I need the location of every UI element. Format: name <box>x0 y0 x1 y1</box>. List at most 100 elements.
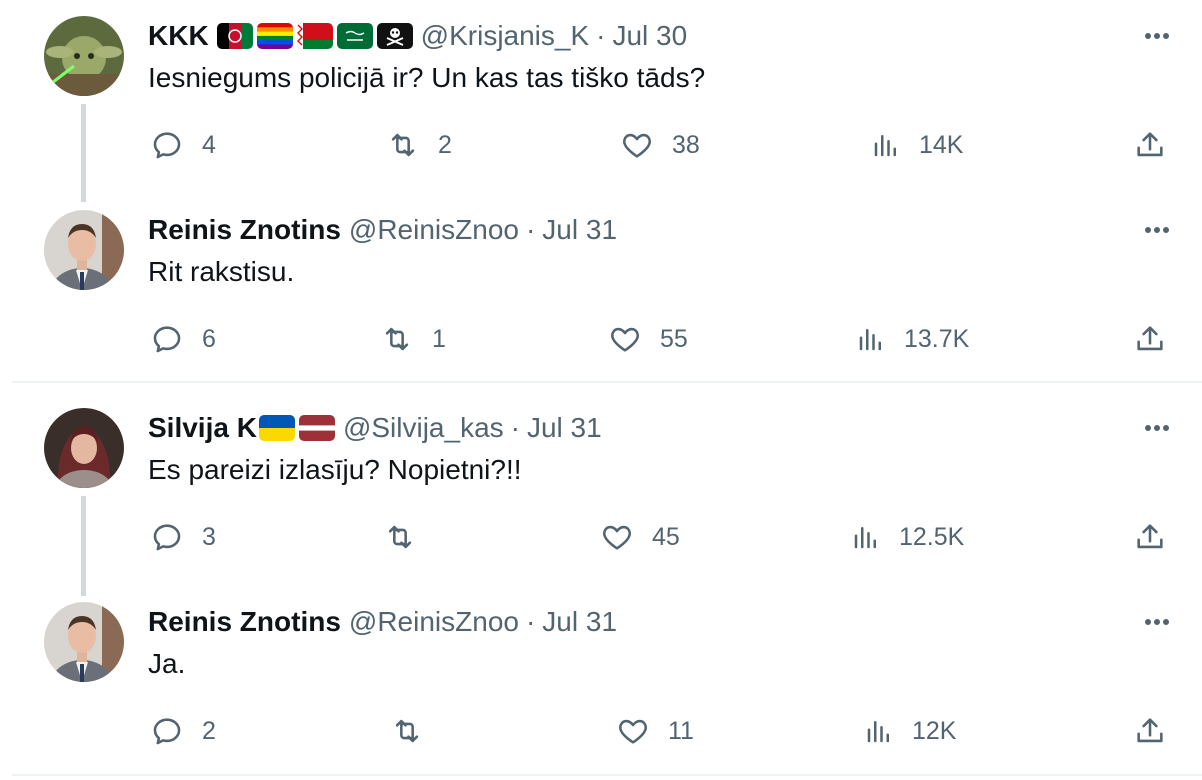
author-name[interactable]: Reinis Znotins <box>148 606 341 638</box>
reply-icon <box>150 520 184 554</box>
author-handle[interactable]: @Silvija_kas <box>343 412 504 444</box>
like-button[interactable]: 55 <box>608 319 688 359</box>
like-button[interactable]: 38 <box>620 125 700 165</box>
tweet-actions: 2 11 12K <box>0 711 1202 751</box>
views-button[interactable]: 12K <box>864 711 956 751</box>
reply-icon <box>150 322 184 356</box>
like-icon <box>616 714 650 748</box>
tweet-text: Es pareizi izlasīju? Nopietni?!! <box>148 454 522 485</box>
reply-count: 6 <box>202 324 216 353</box>
views-button[interactable]: 12.5K <box>851 517 964 557</box>
retweet-count: 1 <box>432 324 446 353</box>
latvia-flag-icon <box>298 415 335 441</box>
author-handle[interactable]: @ReinisZnoo <box>349 214 519 246</box>
tweet-header: Reinis Znotins @ReinisZnoo · Jul 31 <box>148 210 617 250</box>
views-button[interactable]: 13.7K <box>856 319 969 359</box>
flag-emojis <box>258 415 335 441</box>
pirate-flag-icon <box>376 23 413 49</box>
more-icon[interactable] <box>1142 21 1172 51</box>
retweet-icon <box>386 128 420 162</box>
more-icon[interactable] <box>1142 215 1172 245</box>
retweet-icon <box>383 520 417 554</box>
reply-icon <box>150 128 184 162</box>
avatar[interactable] <box>44 602 124 682</box>
share-button[interactable] <box>1133 125 1167 165</box>
retweet-button[interactable] <box>390 711 424 751</box>
separator: · <box>525 606 536 637</box>
flag-emojis <box>216 23 413 49</box>
like-button[interactable]: 11 <box>616 711 694 751</box>
share-icon <box>1133 322 1167 356</box>
bottom-divider <box>12 774 1202 776</box>
share-button[interactable] <box>1133 319 1167 359</box>
tweet-text: Rit rakstisu. <box>148 256 295 287</box>
rainbow-flag-icon <box>256 23 293 49</box>
like-icon <box>608 322 642 356</box>
belarus-flag-icon <box>296 23 333 49</box>
separator: · <box>596 20 606 51</box>
share-button[interactable] <box>1133 517 1167 557</box>
tweet-date[interactable]: Jul 31 <box>542 214 617 246</box>
reply-count: 4 <box>202 130 216 159</box>
retweet-button[interactable]: 1 <box>380 319 446 359</box>
tweet-actions: 6 1 55 13.7K <box>0 319 1202 359</box>
retweet-button[interactable]: 2 <box>386 125 452 165</box>
tweet-header: Silvija K @Silvija_kas · Jul 31 <box>148 408 602 448</box>
views-icon <box>851 520 881 554</box>
avatar[interactable] <box>44 16 124 96</box>
retweet-icon <box>390 714 424 748</box>
views-icon <box>871 128 901 162</box>
tweet-header: KKK @Krisjanis_K · Jul 30 <box>148 16 687 56</box>
tweet-date[interactable]: Jul 31 <box>527 412 602 444</box>
retweet-icon <box>380 322 414 356</box>
author-handle[interactable]: @Krisjanis_K <box>421 20 589 52</box>
tweet-header: Reinis Znotins @ReinisZnoo · Jul 31 <box>148 602 617 642</box>
views-icon <box>856 322 886 356</box>
share-icon <box>1133 714 1167 748</box>
views-icon <box>864 714 894 748</box>
like-count: 45 <box>652 522 680 551</box>
more-icon[interactable] <box>1142 607 1172 637</box>
more-icon[interactable] <box>1142 413 1172 443</box>
author-name[interactable]: Reinis Znotins <box>148 214 341 246</box>
author-name[interactable]: Silvija K <box>148 412 257 444</box>
retweet-count: 2 <box>438 130 452 159</box>
thread-divider <box>12 381 1202 383</box>
reply-button[interactable]: 6 <box>150 319 216 359</box>
reply-count: 3 <box>202 522 216 551</box>
separator: · <box>525 214 536 245</box>
views-count: 12.5K <box>899 522 965 551</box>
tweet-text: Ja. <box>148 648 186 679</box>
retweet-button[interactable] <box>383 517 417 557</box>
share-icon <box>1133 128 1167 162</box>
views-count: 13.7K <box>904 324 970 353</box>
avatar[interactable] <box>44 408 124 488</box>
like-count: 38 <box>672 130 700 159</box>
tweet-actions: 4 2 38 14K <box>0 125 1202 165</box>
like-icon <box>620 128 654 162</box>
author-name[interactable]: KKK <box>148 20 209 52</box>
tweet-actions: 3 45 12.5K <box>0 517 1202 557</box>
share-button[interactable] <box>1133 711 1167 751</box>
like-count: 11 <box>668 716 694 745</box>
tweet-date[interactable]: Jul 30 <box>612 20 687 52</box>
views-count: 14K <box>919 130 964 159</box>
saudi-flag-icon <box>336 23 373 49</box>
reply-button[interactable]: 4 <box>150 125 216 165</box>
reply-button[interactable]: 2 <box>150 711 216 751</box>
ukraine-flag-icon <box>258 415 295 441</box>
share-icon <box>1133 520 1167 554</box>
views-count: 12K <box>912 716 957 745</box>
like-button[interactable]: 45 <box>600 517 680 557</box>
author-handle[interactable]: @ReinisZnoo <box>349 606 519 638</box>
views-button[interactable]: 14K <box>871 125 963 165</box>
avatar[interactable] <box>44 210 124 290</box>
tweet-date[interactable]: Jul 31 <box>542 606 617 638</box>
reply-icon <box>150 714 184 748</box>
tweet-text: Iesniegums policijā ir? Un kas tas tiško… <box>148 62 706 93</box>
separator: · <box>510 412 520 443</box>
like-count: 55 <box>660 324 688 353</box>
reply-count: 2 <box>202 716 216 745</box>
reply-button[interactable]: 3 <box>150 517 216 557</box>
like-icon <box>600 520 634 554</box>
